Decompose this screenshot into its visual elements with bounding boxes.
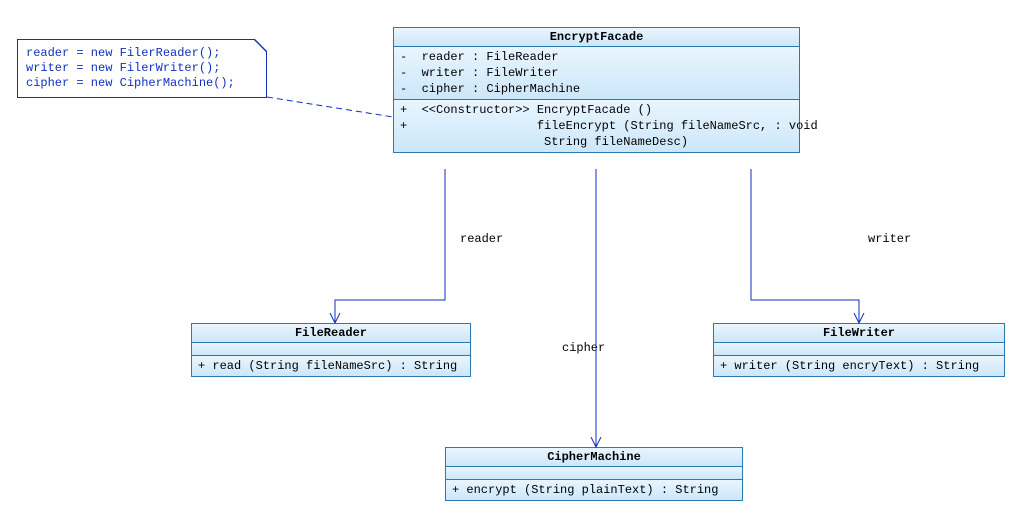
assoc-reader-line bbox=[335, 169, 445, 323]
class-title: FileReader bbox=[192, 324, 470, 343]
class-attributes: - reader : FileReader - writer : FileWri… bbox=[394, 47, 799, 100]
note-anchor-line bbox=[267, 97, 393, 117]
note-line: reader = new FilerReader(); bbox=[26, 46, 258, 61]
assoc-label-reader: reader bbox=[460, 232, 503, 246]
class-encrypt-facade: EncryptFacade - reader : FileReader - wr… bbox=[393, 27, 800, 153]
attr-row: - writer : FileWriter bbox=[400, 65, 793, 81]
class-file-reader: FileReader + read (String fileNameSrc) :… bbox=[191, 323, 471, 377]
class-attributes bbox=[192, 343, 470, 356]
class-operations: + encrypt (String plainText) : String bbox=[446, 480, 742, 500]
op-row: String fileNameDesc) bbox=[400, 134, 793, 150]
assoc-writer-line bbox=[751, 169, 859, 323]
class-operations: + writer (String encryText) : String bbox=[714, 356, 1004, 376]
op-row: + read (String fileNameSrc) : String bbox=[198, 358, 464, 374]
class-attributes bbox=[446, 467, 742, 480]
class-cipher-machine: CipherMachine + encrypt (String plainTex… bbox=[445, 447, 743, 501]
note-line: writer = new FilerWriter(); bbox=[26, 61, 258, 76]
assoc-label-cipher: cipher bbox=[562, 341, 605, 355]
class-attributes bbox=[714, 343, 1004, 356]
class-file-writer: FileWriter + writer (String encryText) :… bbox=[713, 323, 1005, 377]
class-title: EncryptFacade bbox=[394, 28, 799, 47]
op-row: + fileEncrypt (String fileNameSrc, : voi… bbox=[400, 118, 793, 134]
class-operations: + <<Constructor>> EncryptFacade () + fil… bbox=[394, 100, 799, 152]
op-row: + <<Constructor>> EncryptFacade () bbox=[400, 102, 793, 118]
attr-row: - reader : FileReader bbox=[400, 49, 793, 65]
note-constructor-body: reader = new FilerReader(); writer = new… bbox=[17, 39, 267, 98]
note-fold-inner-icon bbox=[255, 39, 267, 51]
attr-row: - cipher : CipherMachine bbox=[400, 81, 793, 97]
note-line: cipher = new CipherMachine(); bbox=[26, 76, 258, 91]
op-row: + encrypt (String plainText) : String bbox=[452, 482, 736, 498]
class-title: CipherMachine bbox=[446, 448, 742, 467]
class-operations: + read (String fileNameSrc) : String bbox=[192, 356, 470, 376]
class-title: FileWriter bbox=[714, 324, 1004, 343]
assoc-label-writer: writer bbox=[868, 232, 911, 246]
op-row: + writer (String encryText) : String bbox=[720, 358, 998, 374]
